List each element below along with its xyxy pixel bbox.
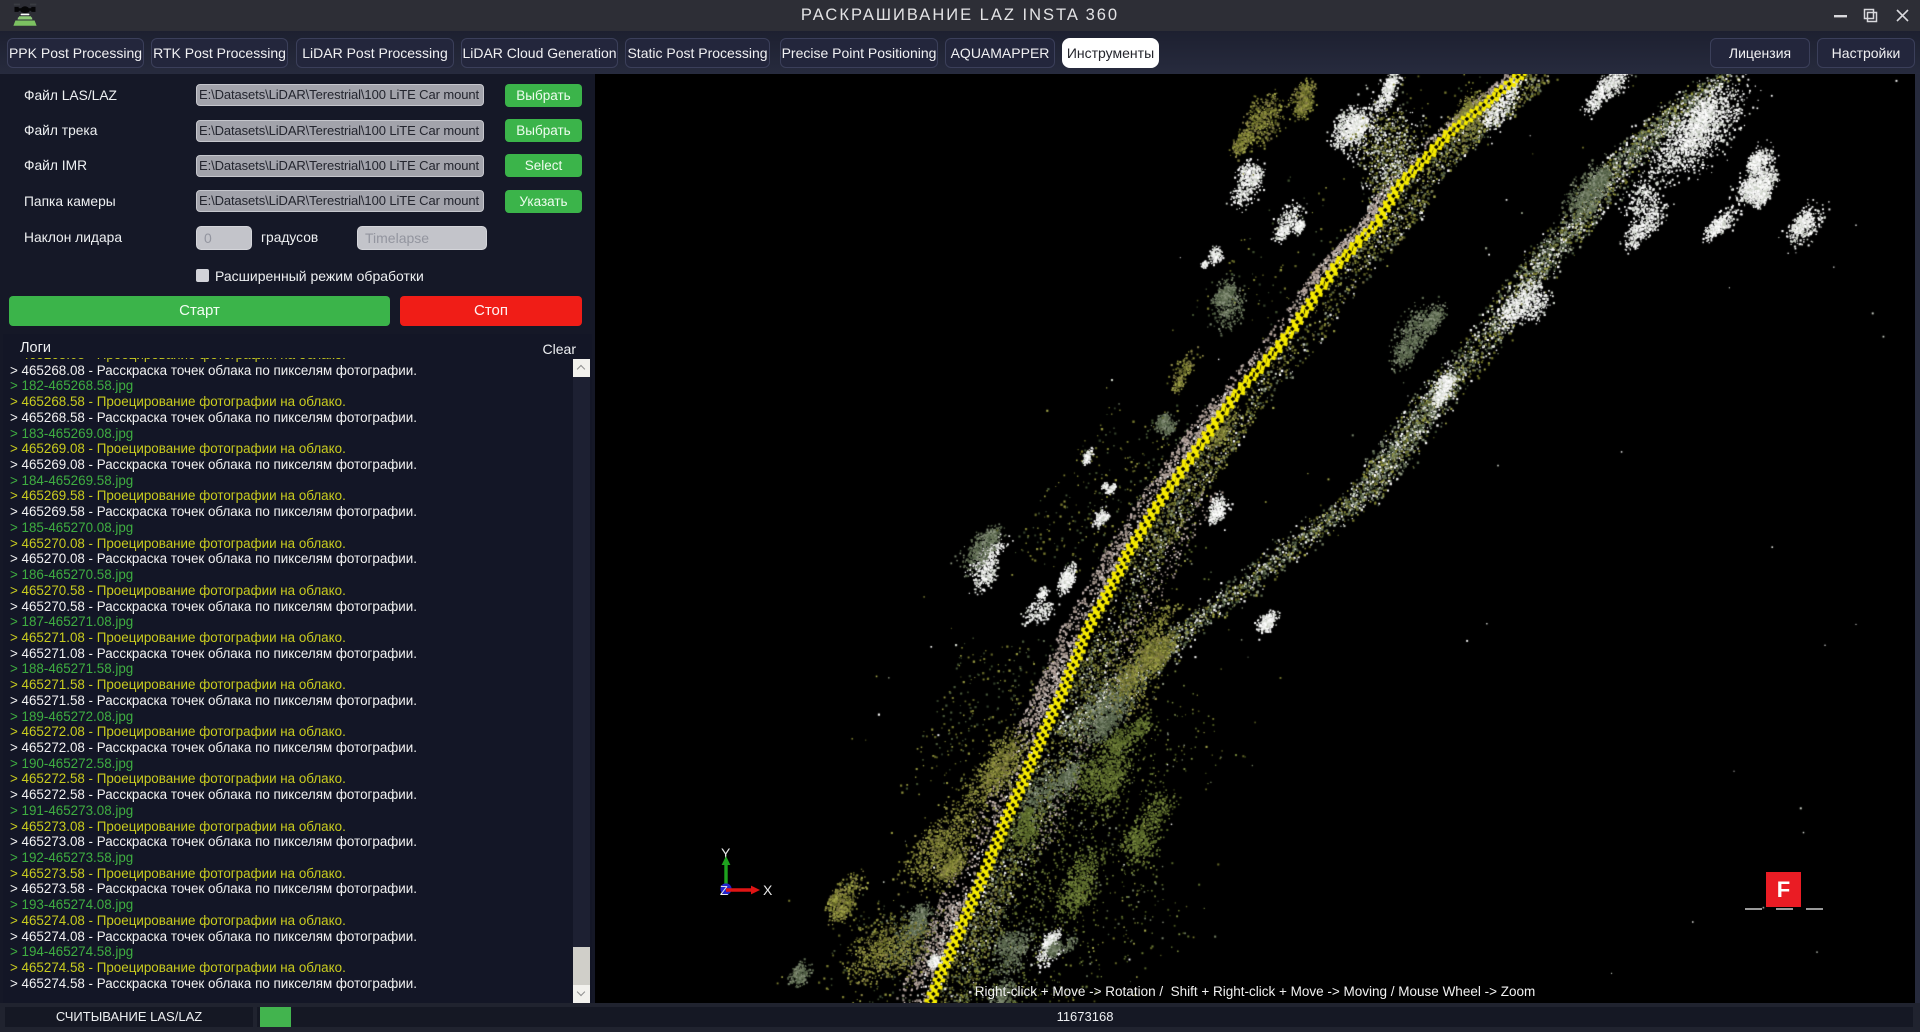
svg-text:X: X	[763, 882, 773, 898]
